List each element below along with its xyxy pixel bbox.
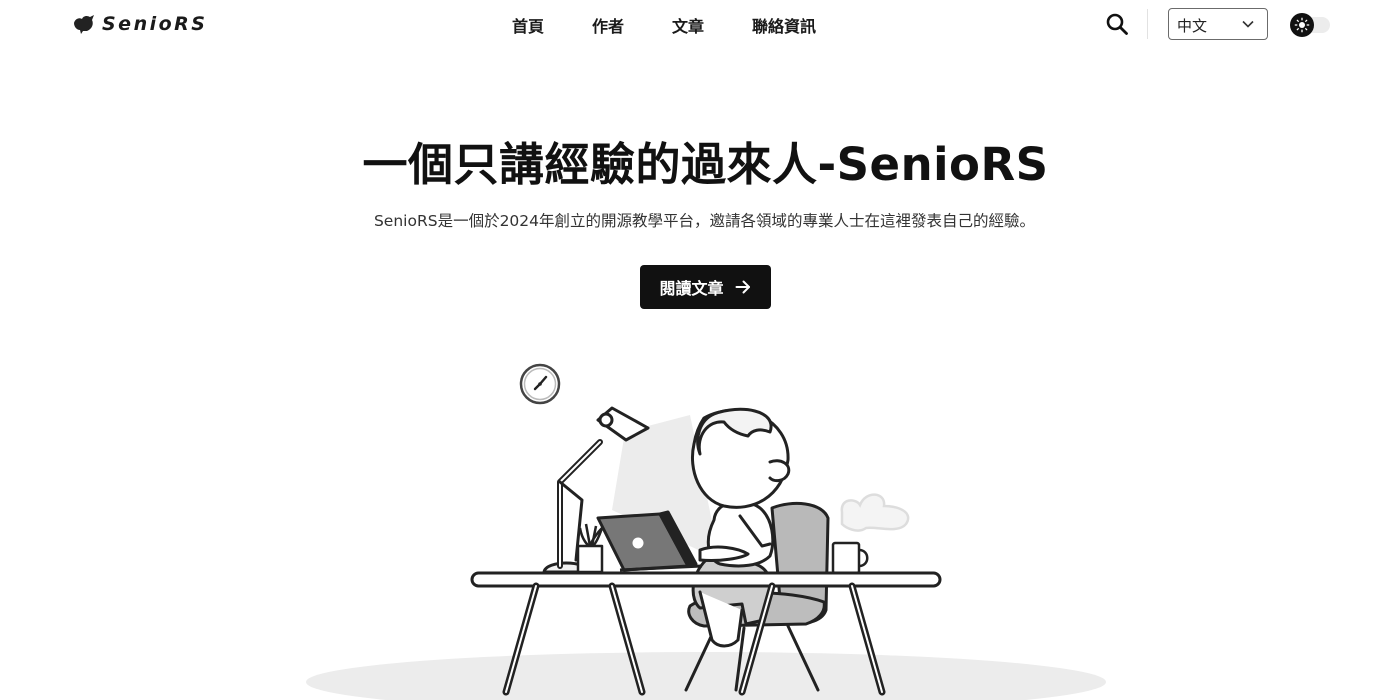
bird-logo-icon (74, 15, 94, 34)
arrow-right-icon (735, 280, 750, 294)
hero-illustration (306, 363, 1106, 700)
coffee-mug (831, 493, 910, 575)
floor-shadow (306, 652, 1106, 700)
search-icon[interactable] (1105, 12, 1129, 36)
hero-subtitle: SenioRS是一個於2024年創立的開源教學平台，邀請各領域的專業人士在這裡發… (373, 212, 1036, 230)
site-header: SenioRS 首頁 作者 文章 聯絡資訊 中文 (0, 0, 1399, 50)
toggle-knob (1290, 13, 1314, 37)
read-articles-button[interactable]: 閱讀文章 (640, 265, 771, 309)
read-articles-label: 閱讀文章 (659, 279, 724, 298)
header-divider (1147, 9, 1148, 39)
hero-title: 一個只講經驗的過來人-SenioRS (362, 138, 1049, 191)
logo-text: SenioRS (102, 13, 208, 35)
chevron-down-icon (1242, 20, 1254, 28)
theme-toggle[interactable] (1290, 13, 1330, 37)
nav-contact[interactable]: 聯絡資訊 (752, 13, 816, 37)
nav-authors[interactable]: 作者 (592, 13, 624, 37)
language-select-value: 中文 (1177, 17, 1208, 35)
language-select[interactable]: 中文 (1168, 8, 1268, 40)
clock-icon (519, 363, 561, 405)
sun-icon (1294, 17, 1310, 33)
nav-home[interactable]: 首頁 (512, 13, 544, 37)
main-nav: 首頁 作者 文章 聯絡資訊 (512, 13, 864, 37)
site-logo[interactable]: SenioRS (72, 12, 207, 36)
plant-pot (576, 523, 604, 574)
nav-articles[interactable]: 文章 (672, 13, 704, 37)
